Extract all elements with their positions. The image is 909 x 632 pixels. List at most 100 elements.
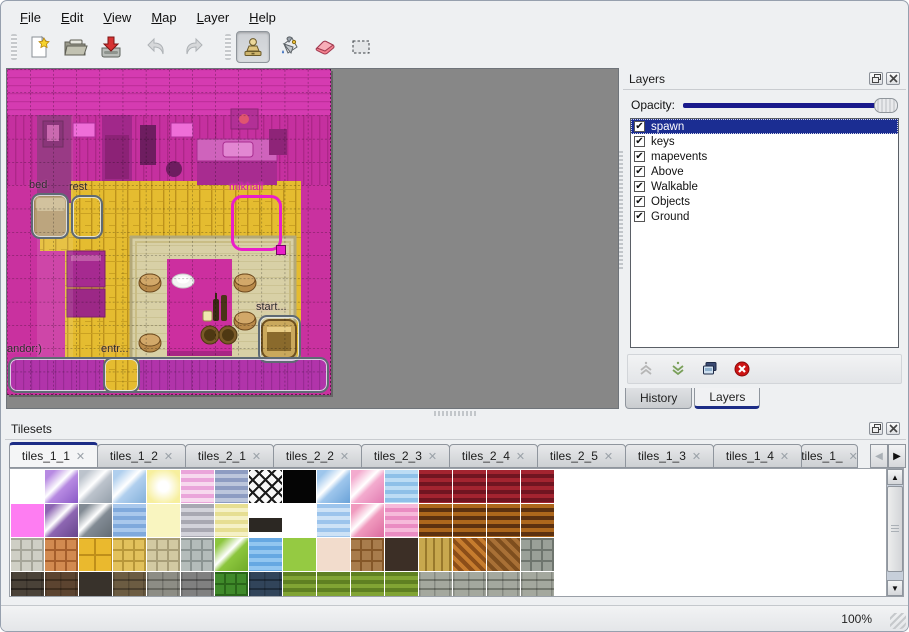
tileset-tile[interactable] <box>317 470 350 503</box>
tileset-tile[interactable] <box>11 504 44 537</box>
menu-layer[interactable]: Layer <box>188 7 239 28</box>
tab-close-icon[interactable]: ✕ <box>604 450 613 463</box>
tileset-tile[interactable] <box>385 504 418 537</box>
tab-close-icon[interactable]: ✕ <box>164 450 173 463</box>
tileset-tile[interactable] <box>521 572 554 597</box>
tileset-tile[interactable] <box>351 538 384 571</box>
tileset-tile[interactable] <box>113 572 146 597</box>
layer-list[interactable]: ✔spawn✔keys✔mapevents✔Above✔Walkable✔Obj… <box>630 118 899 348</box>
map-object[interactable] <box>8 357 329 393</box>
tileset-tile[interactable] <box>215 470 248 503</box>
open-button[interactable] <box>58 31 92 63</box>
tileset-tile[interactable] <box>521 470 554 503</box>
tileset-tile[interactable] <box>181 470 214 503</box>
layer-row-Above[interactable]: ✔Above <box>631 164 898 179</box>
tileset-tile[interactable] <box>113 504 146 537</box>
lower-layer-button[interactable] <box>666 357 690 381</box>
map-object[interactable] <box>103 357 140 393</box>
tileset-tile[interactable] <box>453 572 486 597</box>
tileset-tile[interactable] <box>487 538 520 571</box>
layer-visibility-checkbox[interactable]: ✔ <box>634 166 645 177</box>
tileset-tile[interactable] <box>419 572 452 597</box>
tileset-tile[interactable] <box>351 470 384 503</box>
layer-visibility-checkbox[interactable]: ✔ <box>634 211 645 222</box>
tileset-tile[interactable] <box>147 504 180 537</box>
tileset-tile[interactable] <box>453 538 486 571</box>
tileset-tile[interactable] <box>79 572 112 597</box>
tab-close-icon[interactable]: ✕ <box>516 450 525 463</box>
tileset-tile[interactable] <box>181 572 214 597</box>
toolbar-grip[interactable] <box>11 34 17 60</box>
tileset-tab-tiles_2_5[interactable]: tiles_2_5✕ <box>537 444 626 468</box>
close-panel-button[interactable] <box>886 422 900 435</box>
map-object[interactable] <box>31 193 69 239</box>
dock-tab-layers[interactable]: Layers <box>694 388 760 409</box>
close-panel-button[interactable] <box>886 72 900 85</box>
horizontal-splitter[interactable] <box>434 411 478 416</box>
tab-close-icon[interactable]: ✕ <box>692 450 701 463</box>
tileset-tile[interactable] <box>249 470 282 503</box>
tileset-tile[interactable] <box>45 504 78 537</box>
tileset-tab-tiles_2_1[interactable]: tiles_2_1✕ <box>185 444 274 468</box>
tileset-tile[interactable] <box>283 572 316 597</box>
dock-tab-history[interactable]: History <box>625 388 692 409</box>
tileset-tile[interactable] <box>283 538 316 571</box>
tileset-tile[interactable] <box>317 538 350 571</box>
layer-row-spawn[interactable]: ✔spawn <box>631 119 898 134</box>
new-map-button[interactable] <box>22 31 56 63</box>
tab-scroll-right-button[interactable]: ▶ <box>888 444 906 468</box>
scroll-up-button[interactable]: ▲ <box>887 469 903 485</box>
menu-file[interactable]: File <box>11 7 50 28</box>
tilesets-panel-titlebar[interactable]: Tilesets <box>5 418 906 440</box>
tileset-tile[interactable] <box>487 470 520 503</box>
tileset-tile[interactable] <box>385 538 418 571</box>
object-resize-handle[interactable] <box>276 245 286 255</box>
map-object[interactable] <box>231 195 282 251</box>
layer-visibility-checkbox[interactable]: ✔ <box>634 121 645 132</box>
tileset-tile[interactable] <box>521 504 554 537</box>
tileset-tile[interactable] <box>11 470 44 503</box>
tileset-tile[interactable] <box>419 470 452 503</box>
tileset-tile[interactable] <box>317 504 350 537</box>
scrollbar-thumb[interactable] <box>887 486 903 572</box>
tileset-tab-tiles_2_3[interactable]: tiles_2_3✕ <box>361 444 450 468</box>
tab-close-icon[interactable]: ✕ <box>76 450 85 463</box>
tileset-tile[interactable] <box>487 572 520 597</box>
layer-visibility-checkbox[interactable]: ✔ <box>634 181 645 192</box>
layer-row-mapevents[interactable]: ✔mapevents <box>631 149 898 164</box>
tileset-tile[interactable] <box>419 504 452 537</box>
tileset-tab-tiles_1_[interactable]: tiles_1_✕ <box>801 444 858 468</box>
tileset-tile[interactable] <box>521 538 554 571</box>
tileset-tile[interactable] <box>113 470 146 503</box>
opacity-slider-handle[interactable] <box>874 98 898 113</box>
duplicate-layer-button[interactable] <box>698 357 722 381</box>
scroll-down-button[interactable]: ▼ <box>887 580 903 596</box>
tileset-tab-tiles_1_1[interactable]: tiles_1_1✕ <box>9 442 98 468</box>
tileset-tile[interactable] <box>45 470 78 503</box>
tileset-tile[interactable] <box>45 538 78 571</box>
menu-map[interactable]: Map <box>142 7 185 28</box>
tiles-grid[interactable] <box>11 470 554 597</box>
opacity-slider[interactable] <box>683 97 898 113</box>
raise-layer-button[interactable] <box>634 357 658 381</box>
layer-row-Walkable[interactable]: ✔Walkable <box>631 179 898 194</box>
toolbar-grip[interactable] <box>225 34 231 60</box>
tileset-tab-tiles_1_3[interactable]: tiles_1_3✕ <box>625 444 714 468</box>
tileset-tile[interactable] <box>453 470 486 503</box>
tileset-tab-tiles_1_2[interactable]: tiles_1_2✕ <box>97 444 186 468</box>
tileset-tile[interactable] <box>385 470 418 503</box>
tileset-tile[interactable] <box>249 572 282 597</box>
layer-visibility-checkbox[interactable]: ✔ <box>634 151 645 162</box>
tileset-tile[interactable] <box>283 470 316 503</box>
redo-button[interactable] <box>176 31 210 63</box>
tab-close-icon[interactable]: ✕ <box>428 450 437 463</box>
tileset-tab-tiles_2_2[interactable]: tiles_2_2✕ <box>273 444 362 468</box>
tileset-tile[interactable] <box>215 504 248 537</box>
resize-grip[interactable] <box>890 613 906 629</box>
tileset-tile[interactable] <box>79 538 112 571</box>
float-panel-button[interactable] <box>869 72 883 85</box>
tileset-tab-tiles_2_4[interactable]: tiles_2_4✕ <box>449 444 538 468</box>
tileset-tile[interactable] <box>79 470 112 503</box>
save-button[interactable] <box>94 31 128 63</box>
layers-panel-titlebar[interactable]: Layers <box>623 68 906 90</box>
